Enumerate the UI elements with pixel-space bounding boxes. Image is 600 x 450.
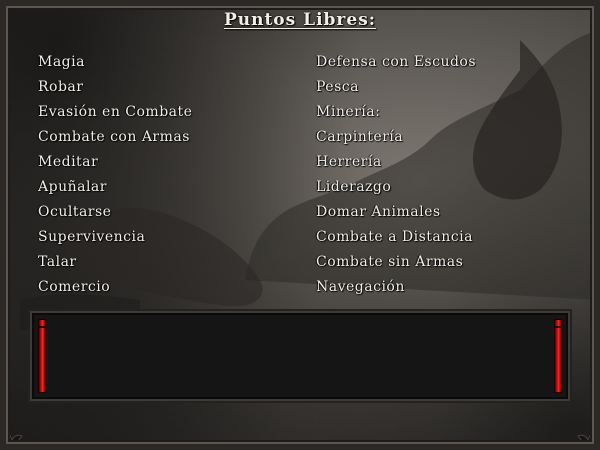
skill-item-combate-a-distancia[interactable]: Combate a Distancia	[316, 225, 476, 250]
skill-item-ocultarse[interactable]: Ocultarse	[38, 200, 192, 225]
skill-item-herreria[interactable]: Herrería	[316, 150, 476, 175]
free-points-title: Puntos Libres:	[223, 10, 377, 30]
red-bar-left	[38, 319, 46, 393]
skill-item-comercio[interactable]: Comercio	[38, 275, 192, 300]
skill-item-meditar[interactable]: Meditar	[38, 150, 192, 175]
skill-item-evasion-en-combate[interactable]: Evasión en Combate	[38, 100, 192, 125]
skill-item-carpinteria[interactable]: Carpintería	[316, 125, 476, 150]
info-console-panel	[30, 311, 570, 401]
skill-item-pesca[interactable]: Pesca	[316, 75, 476, 100]
skill-item-combate-con-armas[interactable]: Combate con Armas	[38, 125, 192, 150]
ornament-corner-bottom-right	[577, 427, 600, 450]
skill-item-supervivencia[interactable]: Supervivencia	[38, 225, 192, 250]
skill-item-defensa-con-escudos[interactable]: Defensa con Escudos	[316, 50, 476, 75]
skills-window: Puntos Libres: Magia Robar Evasión en Co…	[0, 0, 600, 450]
red-bar-right	[554, 319, 562, 393]
ornament-corner-bottom-left	[0, 427, 23, 450]
skill-item-domar-animales[interactable]: Domar Animales	[316, 200, 476, 225]
skill-item-liderazgo[interactable]: Liderazgo	[316, 175, 476, 200]
console-text	[54, 321, 546, 391]
skill-item-mineria[interactable]: Minería:	[316, 100, 476, 125]
skill-item-apunalar[interactable]: Apuñalar	[38, 175, 192, 200]
skill-item-combate-sin-armas[interactable]: Combate sin Armas	[316, 250, 476, 275]
skill-item-robar[interactable]: Robar	[38, 75, 192, 100]
skills-list-left: Magia Robar Evasión en Combate Combate c…	[38, 50, 192, 300]
skills-list-right: Defensa con Escudos Pesca Minería: Carpi…	[316, 50, 476, 300]
skill-item-talar[interactable]: Talar	[38, 250, 192, 275]
skill-item-navegacion[interactable]: Navegación	[316, 275, 476, 300]
skill-item-magia[interactable]: Magia	[38, 50, 192, 75]
